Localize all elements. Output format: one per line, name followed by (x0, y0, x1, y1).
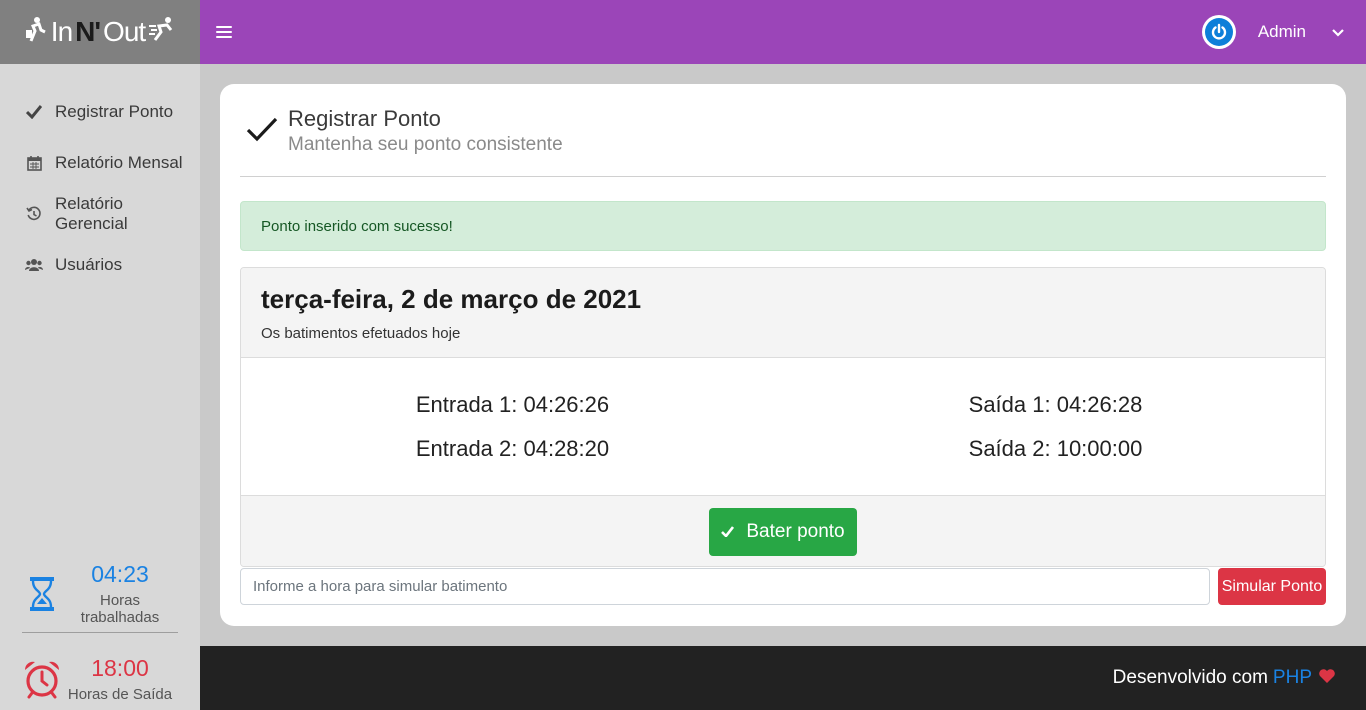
footer: Desenvolvido com PHP (200, 646, 1366, 710)
simulate-button[interactable]: Simular Ponto (1218, 568, 1326, 605)
calendar-icon (24, 155, 44, 171)
users-icon (24, 258, 44, 272)
worked-hours-label: Horas trabalhadas (80, 592, 160, 626)
alert-text: Ponto inserido com sucesso! (261, 217, 453, 235)
check-icon (246, 116, 282, 147)
runner-icon (149, 16, 175, 48)
footer-tech: PHP (1272, 667, 1312, 688)
user-menu[interactable]: Admin (1201, 15, 1344, 49)
punch-button[interactable]: Bater ponto (709, 508, 857, 556)
day-card-footer: Bater ponto (241, 495, 1325, 566)
logo-text-n: N' (75, 16, 101, 47)
punch-times: Entrada 1: 04:26:26 Entrada 2: 04:28:20 … (241, 358, 1325, 495)
day-card-header: terça-feira, 2 de março de 2021 Os batim… (241, 268, 1325, 358)
sidebar-item-label: Relatório Mensal (55, 152, 183, 172)
day-card: terça-feira, 2 de março de 2021 Os batim… (240, 267, 1326, 567)
sidebar: Registrar Ponto Relatório Mensal Relatór… (0, 64, 200, 710)
worked-hours-stat: 04:23 Horas trabalhadas (22, 561, 178, 626)
top-bar: Admin (200, 0, 1366, 64)
entry-time: Entrada 1: 04:26:26 (415, 392, 610, 417)
sidebar-divider (22, 632, 178, 633)
app-logo[interactable]: In N' Out (0, 0, 200, 64)
page-header: Registrar Ponto Mantenha seu ponto consi… (246, 106, 563, 156)
day-title: terça-feira, 2 de março de 2021 (261, 284, 642, 314)
chevron-down-icon[interactable] (1332, 25, 1344, 40)
exit-hours-label: Horas de Saída (67, 686, 173, 703)
exit-hours-value: 18:00 (91, 655, 149, 681)
sidebar-item-relatorio-mensal[interactable]: Relatório Mensal (0, 137, 200, 188)
walker-icon (25, 16, 47, 48)
exit-hours-stat: 18:00 Horas de Saída (22, 655, 178, 703)
hourglass-icon (22, 576, 62, 612)
punch-button-label: Bater ponto (746, 521, 845, 542)
menu-toggle-icon[interactable] (216, 26, 232, 38)
check-icon (721, 524, 735, 541)
entries-column: Entrada 1: 04:26:26 Entrada 2: 04:28:20 (241, 392, 784, 480)
exits-column: Saída 1: 04:26:28 Saída 2: 10:00:00 (784, 392, 1325, 480)
header-divider (240, 176, 1326, 177)
exit-time: Saída 2: 10:00:00 (968, 436, 1143, 461)
worked-hours-value: 04:23 (91, 561, 149, 587)
entry-time: Entrada 2: 04:28:20 (415, 436, 610, 461)
day-subtitle: Os batimentos efetuados hoje (261, 325, 461, 342)
simulate-time-input[interactable] (240, 568, 1210, 605)
success-alert: Ponto inserido com sucesso! (240, 201, 1326, 251)
power-icon (1211, 23, 1226, 40)
check-icon (24, 104, 44, 119)
sidebar-item-usuarios[interactable]: Usuários (0, 239, 200, 290)
heart-icon (1318, 668, 1336, 689)
logo-text-in: In (50, 16, 73, 47)
alarm-clock-icon (22, 659, 62, 699)
footer-text: Desenvolvido com (1112, 667, 1268, 688)
user-name[interactable]: Admin (1258, 22, 1306, 42)
sidebar-item-registrar-ponto[interactable]: Registrar Ponto (0, 86, 200, 137)
page-subtitle: Mantenha seu ponto consistente (288, 134, 563, 155)
avatar[interactable] (1201, 15, 1236, 49)
sidebar-item-label: Usuários (55, 254, 123, 274)
exit-time: Saída 1: 04:26:28 (968, 392, 1143, 417)
sidebar-item-relatorio-gerencial[interactable]: Relatório Gerencial (0, 188, 200, 239)
sidebar-item-label: Relatório Gerencial (54, 193, 128, 233)
main-card: Registrar Ponto Mantenha seu ponto consi… (220, 84, 1346, 626)
logo-text-out: Out (103, 16, 146, 47)
sidebar-item-label: Registrar Ponto (55, 101, 174, 121)
history-icon (24, 206, 44, 222)
page-title: Registrar Ponto (288, 106, 441, 131)
